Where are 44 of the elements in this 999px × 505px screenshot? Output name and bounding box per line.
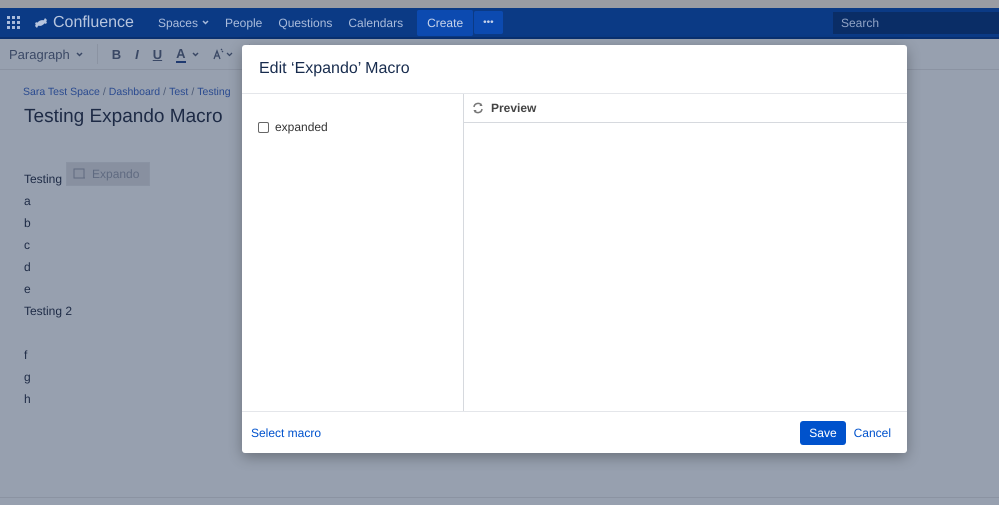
caret-icon	[76, 52, 83, 56]
breadcrumb-link[interactable]: Testing	[197, 86, 231, 98]
search-field[interactable]: Search	[833, 12, 999, 34]
select-macro-link[interactable]: Select macro	[251, 426, 322, 440]
preview-heading: Preview	[491, 101, 536, 115]
cancel-link[interactable]: Cancel	[854, 426, 891, 440]
body-text: Testing 2	[24, 304, 72, 318]
caret-icon	[192, 52, 199, 56]
app-switcher-icon[interactable]	[7, 16, 20, 29]
body-text: b	[24, 216, 31, 230]
more-button[interactable]: •••	[474, 11, 503, 34]
body-text: f	[24, 348, 28, 362]
refresh-icon[interactable]	[472, 102, 484, 114]
body-text: h	[24, 392, 31, 406]
text-color-button[interactable]: A	[176, 46, 199, 62]
breadcrumb-separator: /	[163, 86, 166, 98]
body-text: g	[24, 370, 31, 384]
breadcrumb-separator: /	[191, 86, 194, 98]
logo-icon	[34, 16, 48, 28]
page-title: Testing Expando Macro	[24, 106, 223, 128]
checkbox-label[interactable]: expanded	[275, 120, 328, 134]
format-button[interactable]: B	[112, 46, 122, 62]
nav-link[interactable]: People	[216, 16, 270, 30]
paragraph-style-dropdown[interactable]: Paragraph	[9, 46, 83, 62]
text-style-icon[interactable]	[212, 48, 235, 60]
format-button[interactable]: U	[152, 46, 162, 62]
body-text: c	[24, 238, 30, 252]
body-text: d	[24, 260, 31, 274]
body-text: Testing	[24, 172, 62, 186]
nav-link[interactable]: Calendars	[340, 16, 412, 30]
breadcrumb-link[interactable]: Sara Test Space	[23, 86, 100, 98]
breadcrumb-separator: /	[102, 86, 106, 98]
breadcrumb-link[interactable]: Dashboard	[108, 86, 160, 98]
nav-link[interactable]: Questions	[270, 16, 340, 30]
create-button[interactable]: Create	[417, 10, 474, 36]
format-button[interactable]: I	[135, 46, 139, 62]
dialog-title: Edit ‘Expando’ Macro	[259, 60, 410, 78]
body-text: a	[24, 194, 31, 208]
breadcrumb-link[interactable]: Test	[169, 86, 188, 98]
checkbox[interactable]	[258, 122, 269, 132]
save-button[interactable]: Save	[800, 420, 846, 444]
nav-link[interactable]: Spaces	[150, 16, 217, 30]
product-name[interactable]: Confluence	[53, 14, 134, 32]
body-text: e	[24, 282, 31, 296]
